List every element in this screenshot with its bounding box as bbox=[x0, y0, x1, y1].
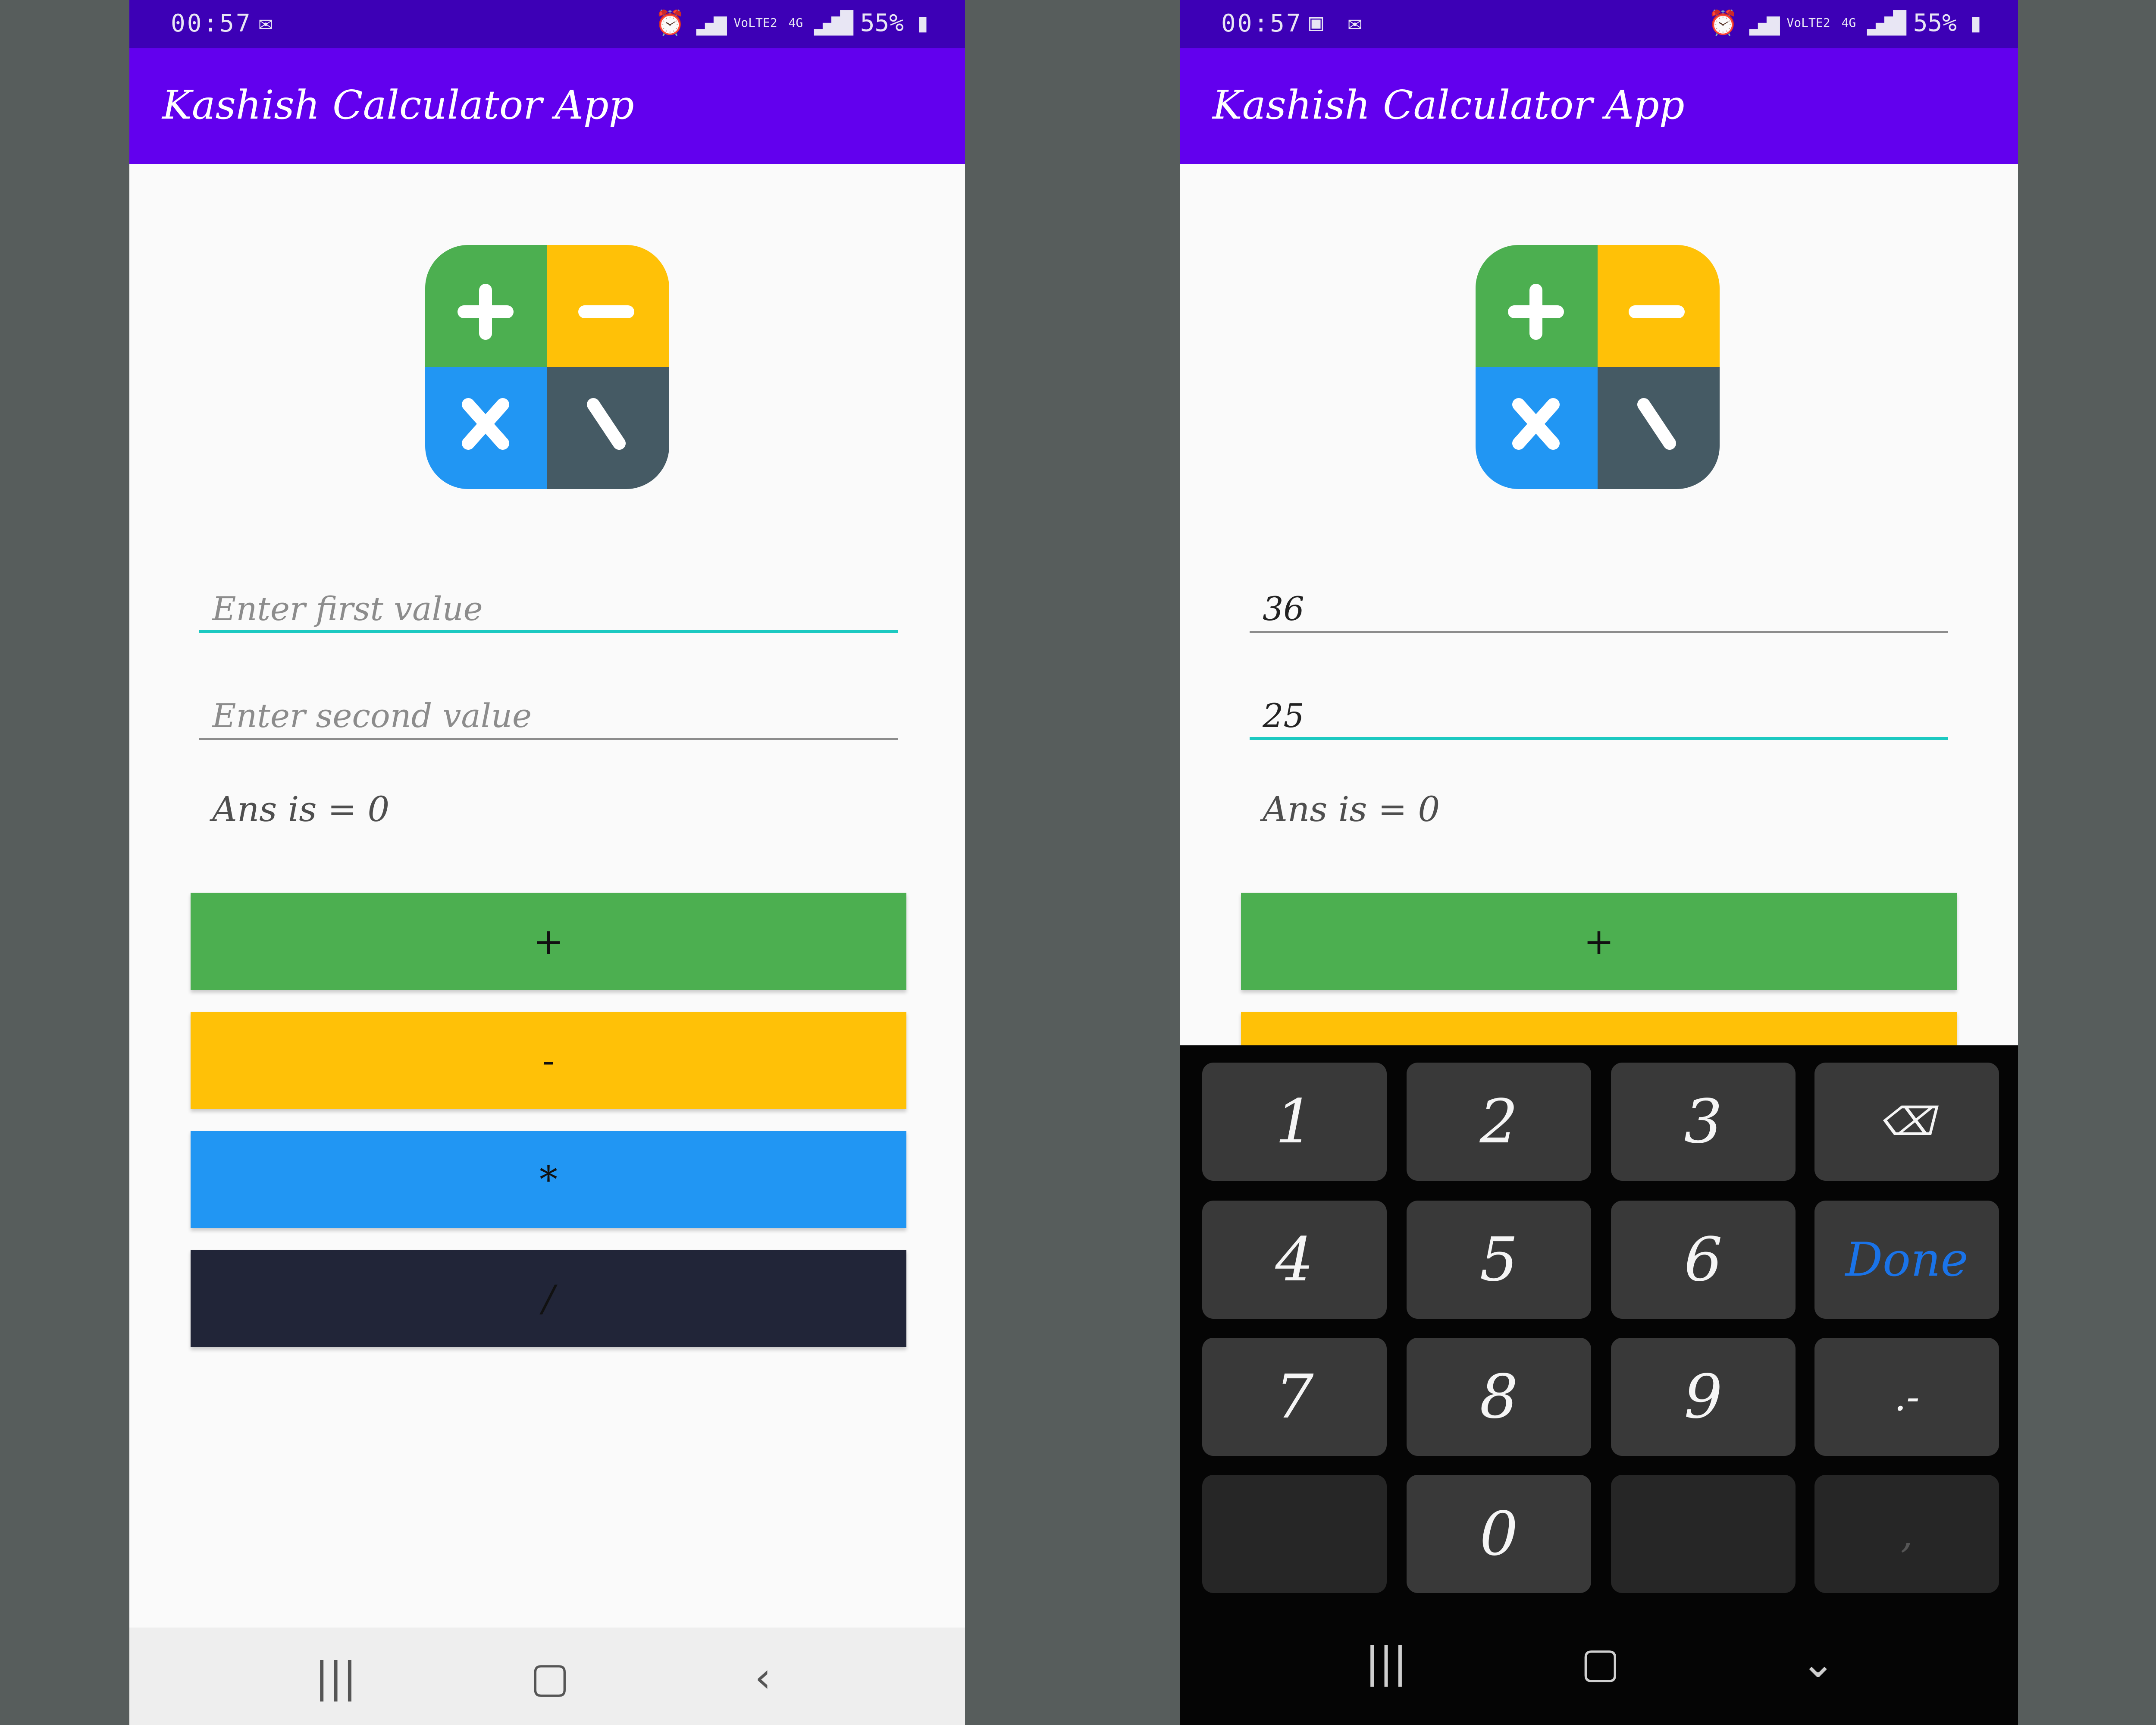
volte-icon: VoLTE2 bbox=[1786, 16, 1830, 30]
battery-icon: ▮ bbox=[1968, 8, 1984, 38]
navigation-bar: ||| ▢ ‹ bbox=[129, 1628, 965, 1725]
status-bar: 00:57 ▣ ✉ ⏰ ▂▄▆ VoLTE2 4G ▂▄▆█ 55% ▮ bbox=[1180, 0, 2018, 48]
image-icon: ▣ bbox=[1309, 9, 1323, 36]
first-value-input[interactable] bbox=[199, 586, 898, 631]
underline bbox=[1250, 631, 1948, 633]
status-bar: 00:57 ✉ ⏰ ▂▄▆ VoLTE2 4G ▂▄▆█ 55% ▮ bbox=[129, 0, 965, 48]
first-value-field[interactable] bbox=[199, 586, 898, 633]
second-value-input[interactable] bbox=[1250, 693, 1948, 738]
status-time: 00:57 bbox=[1221, 9, 1303, 38]
recent-apps-icon[interactable]: ||| bbox=[315, 1653, 357, 1702]
alarm-icon: ⏰ bbox=[1708, 9, 1739, 37]
back-icon[interactable]: ‹ bbox=[755, 1653, 771, 1702]
calculator-logo-icon bbox=[425, 245, 669, 489]
calculator-logo-icon bbox=[1476, 245, 1720, 489]
phone-screen-empty: 00:57 ✉ ⏰ ▂▄▆ VoLTE2 4G ▂▄▆█ 55% ▮ Kashi… bbox=[129, 0, 965, 1725]
key-5[interactable]: 5 bbox=[1407, 1201, 1591, 1319]
network-type: 4G bbox=[1841, 16, 1856, 30]
done-button[interactable]: Done bbox=[1814, 1201, 1999, 1319]
second-value-field[interactable] bbox=[1250, 693, 1948, 740]
add-button[interactable]: + bbox=[1241, 893, 1957, 990]
blank-key bbox=[1611, 1475, 1796, 1593]
key-8[interactable]: 8 bbox=[1407, 1338, 1591, 1456]
key-9[interactable]: 9 bbox=[1611, 1338, 1796, 1456]
first-value-field[interactable] bbox=[1250, 586, 1948, 633]
first-value-input[interactable] bbox=[1250, 586, 1948, 631]
status-icons: ⏰ ▂▄▆ VoLTE2 4G ▂▄▆█ 55% ▮ bbox=[655, 8, 931, 38]
backspace-icon[interactable]: ⌫ bbox=[1814, 1063, 1999, 1181]
key-0[interactable]: 0 bbox=[1407, 1475, 1591, 1593]
battery-percent: 55% bbox=[860, 9, 904, 37]
second-value-input[interactable] bbox=[199, 693, 898, 738]
answer-text: Ans is = 0 bbox=[1263, 789, 1440, 829]
gmail-icon: ✉ bbox=[259, 9, 273, 36]
numeric-keyboard: 1 2 3 ⌫ 4 5 6 Done 7 8 9 .- 0 , bbox=[1180, 1045, 2018, 1725]
app-title: Kashish Calculator App bbox=[1213, 82, 1685, 128]
key-1[interactable]: 1 bbox=[1202, 1063, 1387, 1181]
signal-icon: ▂▄▆ bbox=[1749, 10, 1780, 35]
phone-screen-keyboard: 00:57 ▣ ✉ ⏰ ▂▄▆ VoLTE2 4G ▂▄▆█ 55% ▮ Kas… bbox=[1180, 0, 2018, 1725]
home-icon[interactable]: ▢ bbox=[1581, 1639, 1620, 1687]
add-button[interactable]: + bbox=[191, 893, 906, 990]
underline bbox=[199, 738, 898, 740]
battery-icon: ▮ bbox=[915, 8, 931, 38]
blank-key bbox=[1202, 1475, 1387, 1593]
key-7[interactable]: 7 bbox=[1202, 1338, 1387, 1456]
divide-button[interactable]: / bbox=[191, 1250, 906, 1347]
answer-text: Ans is = 0 bbox=[212, 789, 390, 829]
multiply-button[interactable]: * bbox=[191, 1131, 906, 1228]
status-time: 00:57 bbox=[171, 9, 252, 38]
key-6[interactable]: 6 bbox=[1611, 1201, 1796, 1319]
gmail-icon: ✉ bbox=[1348, 9, 1362, 36]
key-2[interactable]: 2 bbox=[1407, 1063, 1591, 1181]
battery-percent: 55% bbox=[1913, 9, 1957, 37]
second-value-field[interactable] bbox=[199, 693, 898, 740]
app-title: Kashish Calculator App bbox=[162, 82, 634, 128]
focus-underline bbox=[1250, 737, 1948, 740]
key-3[interactable]: 3 bbox=[1611, 1063, 1796, 1181]
alarm-icon: ⏰ bbox=[655, 9, 686, 37]
app-bar: Kashish Calculator App bbox=[129, 48, 965, 164]
recent-apps-icon[interactable]: ||| bbox=[1365, 1639, 1407, 1687]
network-type: 4G bbox=[788, 16, 803, 30]
app-bar: Kashish Calculator App bbox=[1180, 48, 2018, 164]
signal-icon-2: ▂▄▆█ bbox=[814, 10, 853, 35]
focus-underline bbox=[199, 630, 898, 633]
signal-icon: ▂▄▆ bbox=[696, 10, 727, 35]
decimal-minus-key[interactable]: .- bbox=[1814, 1338, 1999, 1456]
home-icon[interactable]: ▢ bbox=[530, 1653, 570, 1702]
volte-icon: VoLTE2 bbox=[733, 16, 777, 30]
signal-icon-2: ▂▄▆█ bbox=[1867, 10, 1906, 35]
key-4[interactable]: 4 bbox=[1202, 1201, 1387, 1319]
hide-keyboard-icon[interactable]: ⌄ bbox=[1801, 1639, 1835, 1687]
subtract-button[interactable]: - bbox=[191, 1012, 906, 1109]
comma-key[interactable]: , bbox=[1814, 1475, 1999, 1593]
status-icons: ⏰ ▂▄▆ VoLTE2 4G ▂▄▆█ 55% ▮ bbox=[1708, 8, 1984, 38]
